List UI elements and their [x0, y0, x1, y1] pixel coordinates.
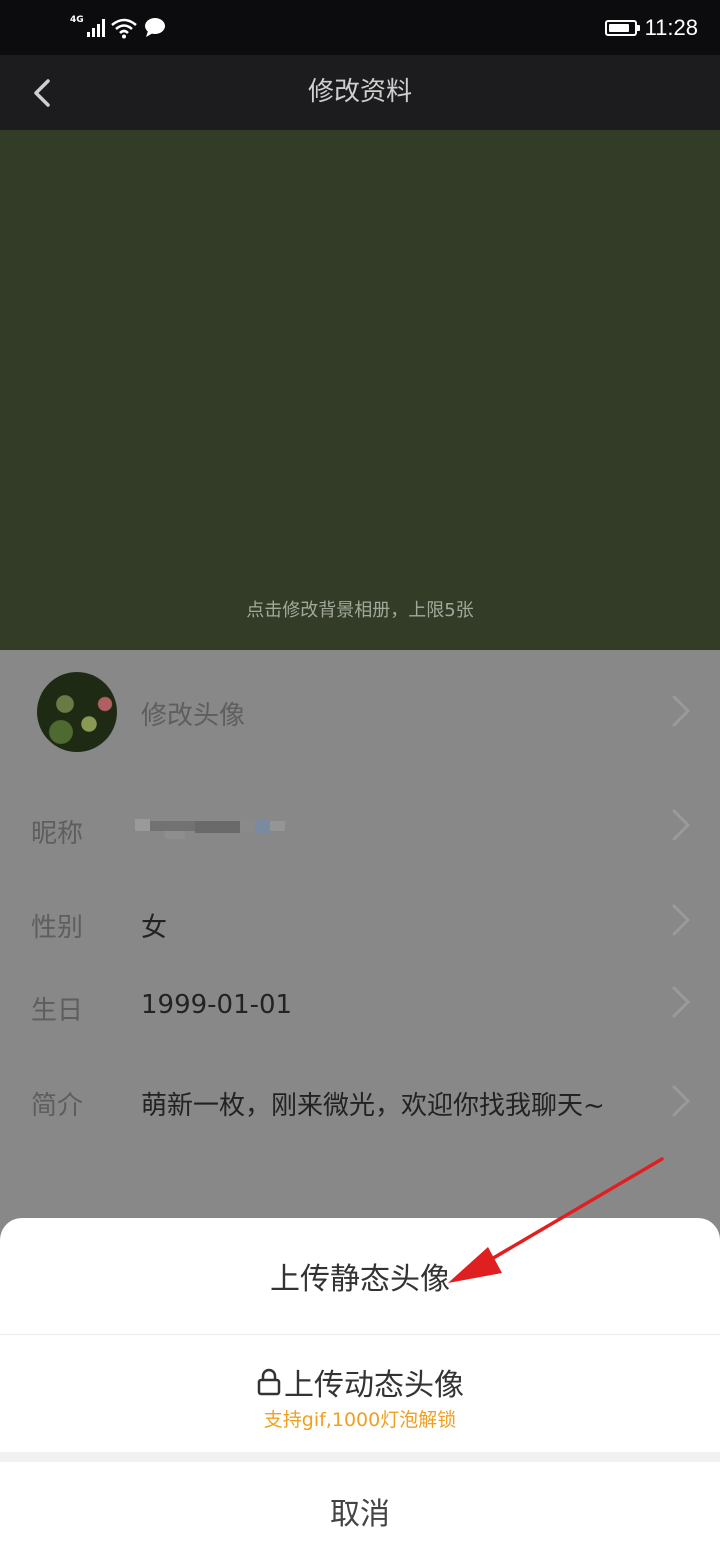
chevron-left-icon[interactable] [24, 73, 64, 113]
upload-static-avatar-label: 上传静态头像 [270, 1262, 450, 1297]
chevron-right-icon [672, 809, 691, 841]
status-time: 11:28 [644, 15, 698, 40]
cancel-label: 取消 [330, 1497, 390, 1532]
gender-row[interactable]: 性别 女 [0, 875, 720, 965]
birthday-label: 生日 [31, 996, 84, 1026]
cancel-button[interactable]: 取消 [0, 1462, 720, 1560]
signal-icon [86, 19, 105, 37]
chevron-right-icon [672, 986, 691, 1018]
upload-animated-avatar-label: 上传动态头像 [284, 1368, 464, 1403]
upload-animated-avatar-button[interactable]: 上传动态头像 支持gif,1000灯泡解锁 [0, 1335, 720, 1452]
nickname-pixelated [135, 815, 285, 841]
avatar-row-label: 修改头像 [141, 701, 246, 731]
battery-icon [604, 20, 640, 36]
network-type: 4G [70, 15, 84, 25]
status-bar: 4G 11:28 [0, 0, 720, 55]
bio-row[interactable]: 简介 萌新一枚，刚来微光，欢迎你找我聊天~ [0, 1050, 720, 1150]
wifi-icon [110, 18, 137, 39]
nickname-row[interactable]: 昵称 [0, 780, 720, 875]
lock-icon [257, 1368, 281, 1396]
chevron-right-icon [672, 695, 691, 727]
avatar-row[interactable]: 修改头像 [0, 650, 720, 775]
chevron-right-icon [672, 904, 691, 936]
message-icon [144, 18, 165, 37]
upload-animated-avatar-note: 支持gif,1000灯泡解锁 [263, 1409, 457, 1431]
background-album-hint: 点击修改背景相册，上限5张 [246, 600, 474, 621]
birthday-value: 1999-01-01 [141, 990, 293, 1020]
birthday-row[interactable]: 生日 1999-01-01 [0, 965, 720, 1050]
bio-label: 简介 [31, 1091, 84, 1121]
status-right: 11:28 [604, 12, 698, 44]
section-gap [0, 1452, 720, 1462]
gender-label: 性别 [31, 913, 84, 943]
status-left-icons: 4G [70, 14, 167, 42]
avatar [37, 672, 117, 752]
page-title: 修改资料 [307, 77, 412, 107]
background-album[interactable] [0, 130, 720, 650]
gender-value: 女 [141, 913, 168, 943]
nickname-label: 昵称 [31, 819, 84, 849]
annotation-arrow-icon [448, 1157, 664, 1283]
nav-bar: 修改资料 [0, 55, 720, 130]
bio-value: 萌新一枚，刚来微光，欢迎你找我聊天~ [141, 1091, 605, 1121]
chevron-right-icon [672, 1085, 691, 1117]
